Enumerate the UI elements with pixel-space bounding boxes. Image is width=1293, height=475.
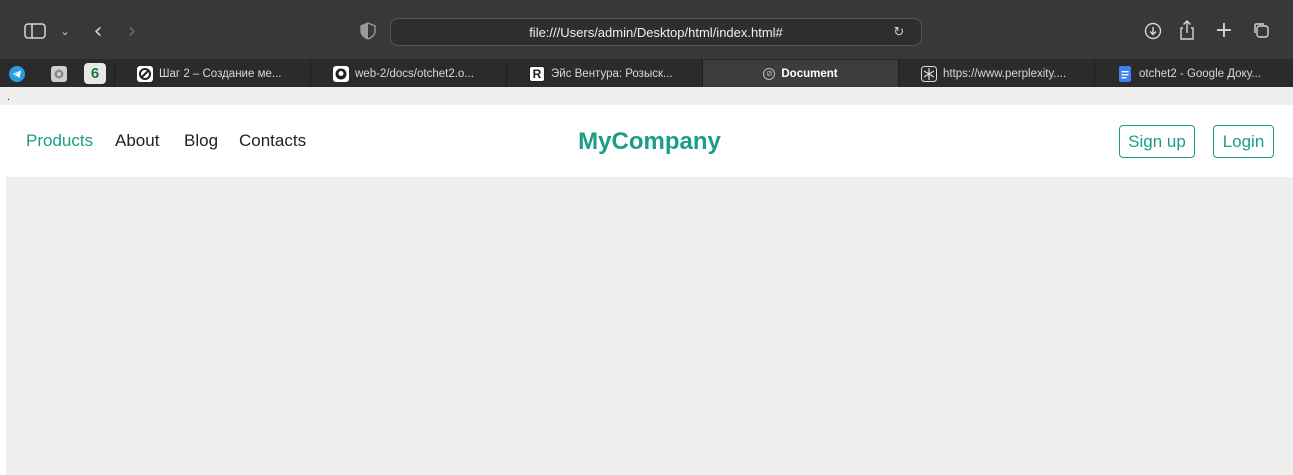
telegram-icon[interactable] <box>6 63 28 84</box>
tab-label: https://www.perplexity.... <box>943 67 1067 80</box>
page-top-strip: . <box>0 87 1293 105</box>
tab-perplexity[interactable]: https://www.perplexity.... <box>898 60 1094 87</box>
tab-label: Document <box>781 67 838 80</box>
docs-icon <box>1117 65 1133 82</box>
compass-icon: ⊘ <box>763 67 776 80</box>
brand-logo[interactable]: MyCompany <box>6 128 1293 156</box>
ubiquiti-icon <box>137 65 153 82</box>
reload-icon[interactable]: ↻ <box>891 24 907 40</box>
shield-icon[interactable] <box>360 22 376 40</box>
tab-label: Эйс Вентура: Розыск... <box>551 67 673 80</box>
tab-label: web-2/docs/otchet2.o... <box>355 67 474 80</box>
download-icon[interactable] <box>1144 22 1162 40</box>
browser-toolbar: ⌄ ‹ › file:///Users/admin/Desktop/html/i… <box>0 0 1293 60</box>
tab-ubiquiti[interactable]: Шаг 2 – Создание ме... <box>114 60 310 87</box>
share-icon[interactable] <box>1178 19 1196 41</box>
signup-button[interactable]: Sign up <box>1119 125 1195 158</box>
plus-icon[interactable]: + <box>1214 18 1234 43</box>
tab-google-docs[interactable]: otchet2 - Google Доку... <box>1094 60 1290 87</box>
six-icon[interactable]: 6 <box>84 63 106 84</box>
back-icon[interactable]: ‹ <box>88 19 108 44</box>
tab-bar: 6 Шаг 2 – Создание ме... web-2/docs/otch… <box>0 60 1293 87</box>
address-text: file:///Users/admin/Desktop/html/index.h… <box>529 25 783 40</box>
site-navbar: Products About Blog Contacts MyCompany S… <box>6 105 1293 177</box>
six-icon-glyph: 6 <box>90 65 100 82</box>
tab-github[interactable]: web-2/docs/otchet2.o... <box>310 60 506 87</box>
login-button[interactable]: Login <box>1213 125 1274 158</box>
r-icon: R <box>529 65 545 82</box>
sidebar-icon[interactable] <box>24 23 46 39</box>
address-bar[interactable]: file:///Users/admin/Desktop/html/index.h… <box>390 18 922 46</box>
tab-overview-icon[interactable] <box>1252 21 1270 39</box>
perplexity-icon <box>921 65 937 82</box>
forward-icon[interactable]: › <box>122 19 142 44</box>
tab-ace-ventura[interactable]: R Эйс Вентура: Розыск... <box>506 60 702 87</box>
settings-app-icon[interactable] <box>48 63 70 84</box>
tab-label: Шаг 2 – Создание ме... <box>159 67 282 80</box>
stray-dot-text: . <box>7 92 10 103</box>
github-icon <box>333 65 349 82</box>
tab-document[interactable]: ⊘ Document <box>702 60 898 87</box>
main-content-area <box>6 177 1293 475</box>
chevron-down-icon[interactable]: ⌄ <box>58 24 72 38</box>
tab-label: otchet2 - Google Доку... <box>1139 67 1261 80</box>
